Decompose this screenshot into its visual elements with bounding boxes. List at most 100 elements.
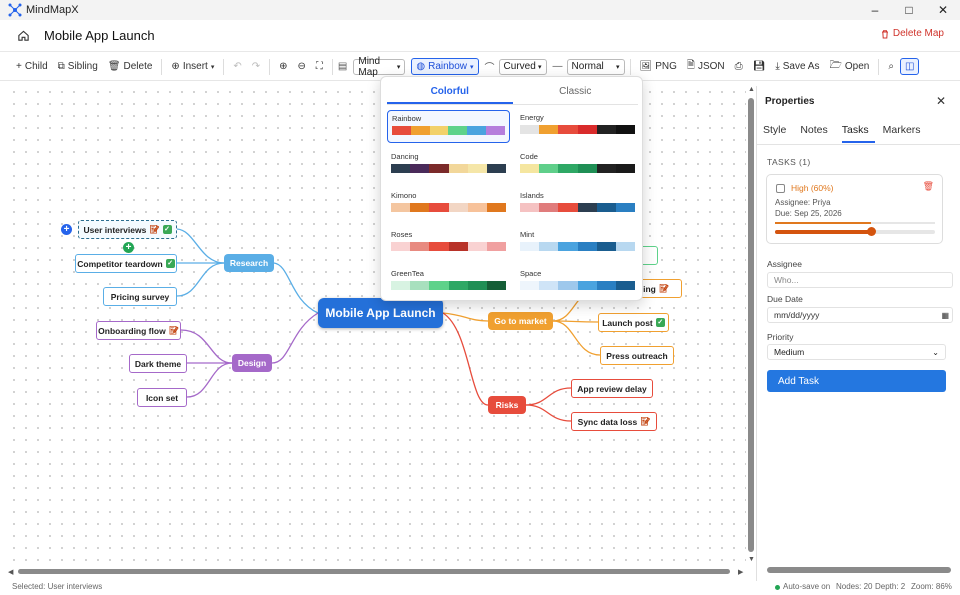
task-progress-fill: [775, 222, 871, 224]
branch-node-go-to-market[interactable]: Go to market: [488, 312, 553, 330]
vertical-scrollbar[interactable]: ▲ ▼: [746, 86, 756, 567]
toggle-panel-button[interactable]: ◫: [899, 58, 920, 75]
color-swatch: [448, 203, 468, 212]
save-as-button[interactable]: ⤓ Save As: [771, 59, 823, 74]
due-date-input[interactable]: mm/dd/yyyy ▦: [767, 307, 953, 323]
add-sibling-dot-icon[interactable]: +: [61, 224, 72, 235]
node-label: User interviews: [83, 224, 147, 235]
status-bar: Selected: User interviews Auto-save on N…: [0, 581, 960, 595]
tab-classic[interactable]: Classic: [513, 83, 639, 104]
node-label: Onboarding flow: [98, 325, 166, 336]
theme-option-kimono[interactable]: Kimono: [387, 188, 510, 221]
color-swatch: [486, 242, 507, 251]
edge-style-select[interactable]: Curved ▾: [498, 58, 547, 75]
progress-slider[interactable]: [775, 227, 935, 236]
search-button[interactable]: ⌕: [884, 59, 898, 74]
assignee-label: Assignee: [767, 259, 802, 269]
leaf-node-competitor-teardown[interactable]: Competitor teardown ✓: [75, 254, 177, 273]
branch-node-design[interactable]: Design: [232, 354, 272, 372]
theme-option-code[interactable]: Code: [516, 149, 639, 182]
scroll-thumb[interactable]: [18, 569, 730, 574]
theme-option-rainbow[interactable]: Rainbow: [387, 110, 510, 143]
assignee-input[interactable]: Who...: [767, 272, 953, 288]
color-swatch: [520, 242, 540, 251]
export-png-button[interactable]: 🖼︎ PNG: [636, 59, 681, 74]
color-swatch: [391, 242, 411, 251]
tab-style[interactable]: Style: [763, 124, 792, 143]
save-icon: 💾︎: [752, 61, 766, 72]
leaf-node-dark-theme[interactable]: Dark theme: [129, 354, 187, 373]
color-swatch: [467, 164, 487, 173]
insert-menu-button[interactable]: ⊕ Insert ▾: [167, 59, 218, 74]
priority-select[interactable]: Medium ⌄: [767, 344, 946, 360]
open-button[interactable]: 🗁 Open: [825, 56, 873, 77]
scroll-down-icon[interactable]: ▼: [748, 556, 755, 563]
file-icon: 🗎: [686, 60, 695, 71]
print-button[interactable]: ⎙: [731, 59, 747, 74]
scroll-left-icon[interactable]: ◀: [8, 568, 13, 576]
color-swatch: [577, 242, 597, 251]
leaf-node-onboarding-flow[interactable]: Onboarding flow 📝︎: [96, 321, 181, 340]
scroll-right-icon[interactable]: ▶: [738, 568, 743, 576]
node-label: Competitor teardown: [77, 258, 163, 269]
close-icon[interactable]: ✕: [936, 94, 946, 108]
theme-option-roses[interactable]: Roses: [387, 227, 510, 260]
leaf-node-sync-data-loss[interactable]: Sync data loss 📝︎: [571, 412, 657, 431]
task-checkbox[interactable]: [776, 184, 785, 193]
branch-node-risks[interactable]: Risks: [488, 396, 526, 414]
theme-option-energy[interactable]: Energy: [516, 110, 639, 143]
trash-icon[interactable]: 🗑︎: [923, 181, 934, 192]
theme-option-space[interactable]: Space: [516, 266, 639, 299]
zoom-in-button[interactable]: ⊕: [275, 59, 291, 74]
tab-colorful[interactable]: Colorful: [387, 83, 513, 104]
theme-button[interactable]: ◍ Rainbow ▾: [411, 58, 479, 75]
redo-button[interactable]: ↷: [248, 59, 264, 74]
progress-slider-thumb[interactable]: [867, 227, 876, 236]
add-child-button[interactable]: + Child: [12, 59, 52, 74]
leaf-node-launch-post[interactable]: Launch post ✓: [598, 313, 669, 332]
zoom-out-button[interactable]: ⊖: [294, 59, 310, 74]
delete-map-label: Delete Map: [892, 28, 944, 39]
tab-notes[interactable]: Notes: [800, 124, 833, 143]
theme-swatches: [391, 242, 507, 251]
undo-button[interactable]: ↶: [229, 59, 245, 74]
minimize-button[interactable]: –: [858, 0, 892, 20]
export-json-button[interactable]: 🗎 JSON: [683, 56, 729, 77]
fit-view-button[interactable]: ⛶: [312, 59, 327, 74]
leaf-node-press-outreach[interactable]: Press outreach: [600, 346, 674, 365]
color-swatch: [539, 281, 559, 290]
layout-select[interactable]: Mind Map ▾: [353, 56, 406, 78]
map-title[interactable]: Mobile App Launch: [44, 28, 155, 43]
save-button[interactable]: 💾︎: [749, 59, 770, 74]
theme-option-islands[interactable]: Islands: [516, 188, 639, 221]
leaf-node-app-review-delay[interactable]: App review delay: [571, 379, 653, 398]
leaf-node-pricing-survey[interactable]: Pricing survey: [103, 287, 177, 306]
home-icon[interactable]: [17, 29, 30, 42]
scroll-up-icon[interactable]: ▲: [748, 86, 755, 93]
add-task-button[interactable]: Add Task: [767, 370, 946, 392]
branch-node-research[interactable]: Research: [224, 254, 274, 272]
horizontal-scrollbar[interactable]: ◀ ▶: [8, 567, 746, 577]
line-weight-select[interactable]: Normal ▾: [566, 58, 625, 75]
color-swatch: [391, 203, 411, 212]
child-label: Child: [24, 61, 48, 72]
scroll-thumb[interactable]: [748, 98, 754, 552]
leaf-node-user-interviews[interactable]: User interviews 📝︎ ✓: [78, 220, 177, 239]
add-child-dot-icon[interactable]: +: [123, 242, 134, 253]
panel-scrollbar[interactable]: [767, 567, 951, 573]
leaf-node-icon-set[interactable]: Icon set: [137, 388, 187, 407]
fit-screen-icon: ⛶: [315, 61, 323, 72]
maximize-button[interactable]: □: [892, 0, 926, 20]
root-node[interactable]: Mobile App Launch: [318, 298, 443, 328]
tab-markers[interactable]: Markers: [883, 124, 927, 143]
theme-option-greentea[interactable]: GreenTea: [387, 266, 510, 299]
add-sibling-button[interactable]: ⧉ Sibling: [54, 59, 102, 74]
close-window-button[interactable]: ✕: [926, 0, 960, 20]
delete-map-button[interactable]: Delete Map: [880, 28, 944, 39]
theme-option-mint[interactable]: Mint: [516, 227, 639, 260]
calendar-icon[interactable]: ▦: [941, 311, 949, 320]
tab-tasks[interactable]: Tasks: [841, 124, 875, 143]
search-icon: ⌕: [888, 61, 894, 72]
delete-node-button[interactable]: 🗑︎ Delete: [104, 59, 157, 74]
theme-option-dancing[interactable]: Dancing: [387, 149, 510, 182]
